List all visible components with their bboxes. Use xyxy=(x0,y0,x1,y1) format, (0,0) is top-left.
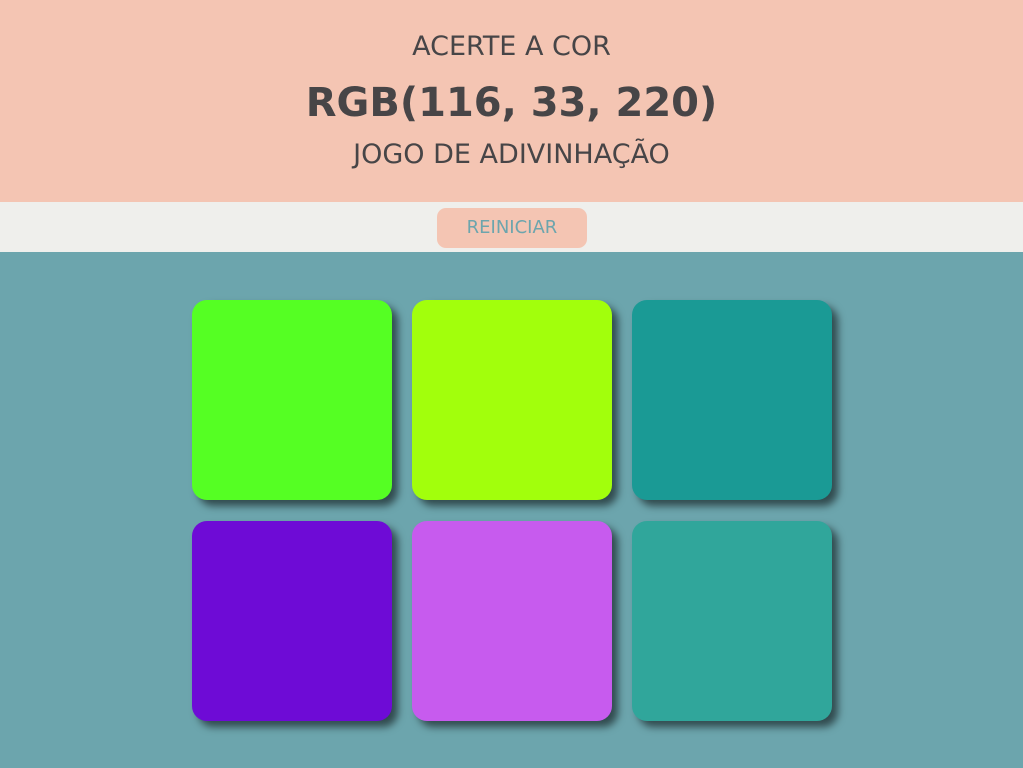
toolbar: REINICIAR xyxy=(0,202,1023,252)
target-rgb-display: RGB(116, 33, 220) xyxy=(305,80,718,126)
reset-button[interactable]: REINICIAR xyxy=(437,208,587,248)
color-board xyxy=(192,300,832,721)
color-square[interactable] xyxy=(632,521,832,721)
color-square[interactable] xyxy=(412,300,612,500)
color-square[interactable] xyxy=(192,300,392,500)
color-square[interactable] xyxy=(192,521,392,721)
header: ACERTE A COR RGB(116, 33, 220) JOGO DE A… xyxy=(0,0,1023,202)
color-square[interactable] xyxy=(632,300,832,500)
game-subtitle-top: ACERTE A COR xyxy=(412,31,611,62)
game-title: JOGO DE ADIVINHAÇÃO xyxy=(353,139,670,170)
color-square[interactable] xyxy=(412,521,612,721)
